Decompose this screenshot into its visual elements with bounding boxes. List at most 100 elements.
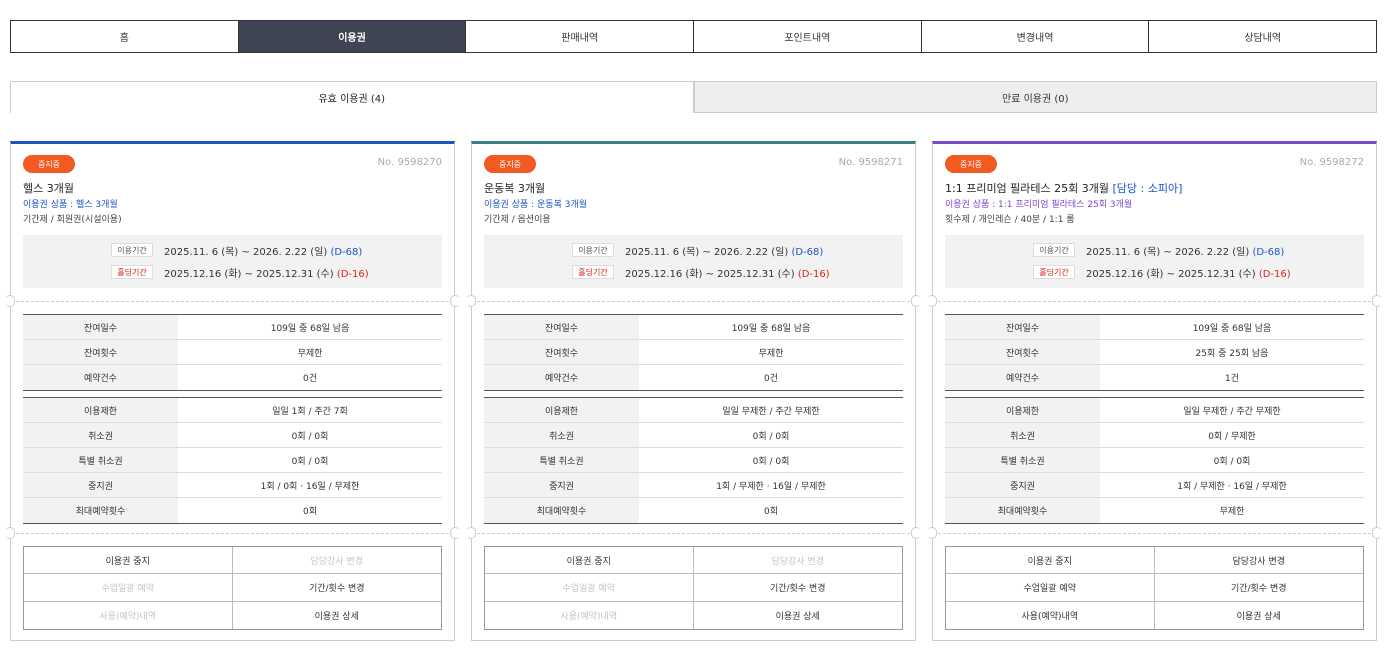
row-label: 중지권 bbox=[484, 473, 639, 497]
table-row: 예약건수 0건 bbox=[23, 365, 442, 390]
table-row: 예약건수 1건 bbox=[945, 365, 1364, 390]
action-change-period-button[interactable]: 기간/횟수 변경 bbox=[1154, 574, 1363, 602]
usage-period-row: 이용기간 2025.11. 6 (목) ~ 2026. 2.22 (일) (D-… bbox=[484, 240, 903, 260]
usage-period-value: 2025.11. 6 (목) ~ 2026. 2.22 (일) (D-68) bbox=[625, 243, 823, 258]
pass-number: No. 9598272 bbox=[1299, 157, 1364, 168]
action-change-teacher-button: 담당강사 변경 bbox=[693, 547, 902, 575]
ticket-notch bbox=[911, 527, 921, 539]
action-bulk-reserve-button: 수업일괄 예약 bbox=[24, 574, 233, 602]
row-value: 일일 무제한 / 주간 무제한 bbox=[1183, 406, 1281, 417]
action-change-period-button[interactable]: 기간/횟수 변경 bbox=[232, 574, 441, 602]
ticket-notch bbox=[1372, 295, 1382, 307]
pass-status-tabs: 유효 이용권 (4) 만료 이용권 (0) bbox=[10, 81, 1377, 113]
pass-title: 1:1 프리미엄 필라테스 25회 3개월 [담당 : 소피아] bbox=[945, 180, 1182, 196]
pass-meta: 기간제 / 옵션이용 bbox=[484, 215, 551, 225]
divider bbox=[11, 533, 454, 534]
row-label: 잔여횟수 bbox=[484, 340, 639, 364]
divider bbox=[472, 301, 915, 302]
action-suspend-button[interactable]: 이용권 중지 bbox=[485, 547, 694, 575]
row-value: 1회 / 무제한 · 16일 / 무제한 bbox=[716, 481, 826, 492]
table-row: 잔여횟수 무제한 bbox=[484, 340, 903, 365]
action-usage-history-button[interactable]: 사용(예약)내역 bbox=[946, 601, 1155, 629]
row-value: 무제한 bbox=[297, 348, 323, 359]
row-label: 최대예약횟수 bbox=[484, 498, 639, 523]
row-label: 예약건수 bbox=[945, 365, 1100, 390]
usage-period-value: 2025.11. 6 (목) ~ 2026. 2.22 (일) (D-68) bbox=[1086, 243, 1284, 258]
status-badge: 중지중 bbox=[484, 155, 536, 173]
tab-consultations[interactable]: 상담내역 bbox=[1149, 21, 1376, 52]
action-bulk-reserve-button[interactable]: 수업일괄 예약 bbox=[946, 574, 1155, 602]
table-row: 잔여일수 109일 중 68일 남음 bbox=[23, 315, 442, 340]
table-row: 예약건수 0건 bbox=[484, 365, 903, 390]
table-row: 이용제한 일일 무제한 / 주간 무제한 bbox=[484, 398, 903, 423]
table-row: 특별 취소권 0회 / 0회 bbox=[23, 448, 442, 473]
row-value: 1건 bbox=[1224, 374, 1239, 384]
usage-period-row: 이용기간 2025.11. 6 (목) ~ 2026. 2.22 (일) (D-… bbox=[945, 240, 1364, 260]
table-row: 취소권 0회 / 0회 bbox=[484, 423, 903, 448]
row-value: 0회 / 0회 bbox=[291, 456, 329, 467]
tab-valid-passes[interactable]: 유효 이용권 (4) bbox=[10, 81, 694, 113]
row-label: 최대예약횟수 bbox=[23, 498, 178, 523]
action-change-period-button[interactable]: 기간/횟수 변경 bbox=[693, 574, 902, 602]
action-bulk-reserve-button: 수업일괄 예약 bbox=[485, 574, 694, 602]
holding-period-dates: 2025.12.16 (화) ~ 2025.12.31 (수) bbox=[1086, 268, 1256, 280]
ticket-notch bbox=[466, 295, 476, 307]
table-row: 이용제한 일일 무제한 / 주간 무제한 bbox=[945, 398, 1364, 423]
action-pass-detail-button[interactable]: 이용권 상세 bbox=[694, 602, 903, 629]
action-usage-history-button: 사용(예약)내역 bbox=[24, 601, 233, 629]
row-label: 이용제한 bbox=[23, 398, 178, 422]
row-value: 0회 / 0회 bbox=[1213, 456, 1251, 467]
holding-dday: (D-16) bbox=[336, 268, 369, 280]
row-value: 109일 중 68일 남음 bbox=[270, 323, 350, 334]
ticket-notch bbox=[5, 527, 15, 539]
tab-passes[interactable]: 이용권 bbox=[238, 21, 467, 52]
tab-changes[interactable]: 변경내역 bbox=[922, 21, 1150, 52]
usage-period-row: 이용기간 2025.11. 6 (목) ~ 2026. 2.22 (일) (D-… bbox=[23, 240, 442, 260]
table-row: 특별 취소권 0회 / 0회 bbox=[484, 448, 903, 473]
divider bbox=[933, 533, 1376, 534]
row-value: 0회 bbox=[763, 507, 778, 517]
ticket-notch bbox=[450, 527, 460, 539]
period-box: 이용기간 2025.11. 6 (목) ~ 2026. 2.22 (일) (D-… bbox=[945, 235, 1364, 288]
pass-actions: 이용권 중지 담당강사 변경 수업일괄 예약 기간/횟수 변경 사용(예약)내역 이용권 … bbox=[945, 546, 1364, 630]
usage-period-dates: 2025.11. 6 (목) ~ 2026. 2.22 (일) bbox=[625, 246, 789, 258]
tab-points[interactable]: 포인트내역 bbox=[694, 21, 922, 52]
holding-period-row: 홀딩기간 2025.12.16 (화) ~ 2025.12.31 (수) (D-… bbox=[23, 262, 442, 282]
row-value: 무제한 bbox=[1219, 507, 1245, 517]
action-pass-detail-button[interactable]: 이용권 상세 bbox=[233, 602, 442, 629]
limits-table: 이용제한 일일 무제한 / 주간 무제한 취소권 0회 / 무제한 특별 취소권 0회 /… bbox=[945, 397, 1364, 524]
usage-period-dates: 2025.11. 6 (목) ~ 2026. 2.22 (일) bbox=[1086, 246, 1250, 258]
table-row: 중지권 1회 / 0회 · 16일 / 무제한 bbox=[23, 473, 442, 498]
pass-actions: 이용권 중지 담당강사 변경 수업일괄 예약 기간/횟수 변경 사용(예약)내역 이용권 … bbox=[23, 546, 442, 630]
ticket-notch bbox=[5, 295, 15, 307]
pass-title-text: 운동복 3개월 bbox=[484, 182, 546, 195]
period-box: 이용기간 2025.11. 6 (목) ~ 2026. 2.22 (일) (D-… bbox=[23, 235, 442, 288]
pass-product: 이용권 상품 : 헬스 3개월 bbox=[23, 200, 118, 210]
divider bbox=[472, 533, 915, 534]
action-suspend-button[interactable]: 이용권 중지 bbox=[946, 547, 1155, 575]
row-label: 잔여일수 bbox=[23, 315, 178, 339]
usage-dday: (D-68) bbox=[1252, 246, 1285, 258]
table-row: 잔여횟수 무제한 bbox=[23, 340, 442, 365]
action-pass-detail-button[interactable]: 이용권 상세 bbox=[1155, 602, 1364, 629]
row-label: 예약건수 bbox=[484, 365, 639, 390]
tab-home[interactable]: 홈 bbox=[11, 21, 239, 52]
divider bbox=[11, 301, 454, 302]
action-change-teacher-button: 담당강사 변경 bbox=[232, 547, 441, 575]
row-label: 특별 취소권 bbox=[484, 448, 639, 472]
row-value: 25회 중 25회 남음 bbox=[1195, 348, 1269, 359]
row-value: 0회 / 무제한 bbox=[1208, 431, 1256, 442]
action-suspend-button[interactable]: 이용권 중지 bbox=[24, 547, 233, 575]
usage-period-value: 2025.11. 6 (목) ~ 2026. 2.22 (일) (D-68) bbox=[164, 243, 362, 258]
tab-expired-passes[interactable]: 만료 이용권 (0) bbox=[693, 81, 1377, 113]
holding-period-dates: 2025.12.16 (화) ~ 2025.12.31 (수) bbox=[164, 268, 334, 280]
row-label: 최대예약횟수 bbox=[945, 498, 1100, 523]
row-label: 잔여일수 bbox=[945, 315, 1100, 339]
table-row: 이용제한 일일 1회 / 주간 7회 bbox=[23, 398, 442, 423]
limits-table: 이용제한 일일 무제한 / 주간 무제한 취소권 0회 / 0회 특별 취소권 0회 / … bbox=[484, 397, 903, 524]
row-value: 1회 / 무제한 · 16일 / 무제한 bbox=[1177, 481, 1287, 492]
action-change-teacher-button[interactable]: 담당강사 변경 bbox=[1154, 547, 1363, 575]
tab-sales[interactable]: 판매내역 bbox=[466, 21, 695, 52]
table-row: 잔여횟수 25회 중 25회 남음 bbox=[945, 340, 1364, 365]
holding-period-dates: 2025.12.16 (화) ~ 2025.12.31 (수) bbox=[625, 268, 795, 280]
